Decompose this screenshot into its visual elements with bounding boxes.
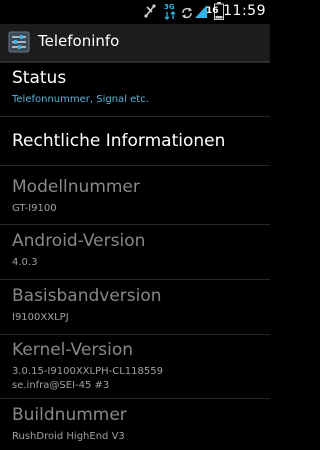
list-item-baseband-version: Basisbandversion I9100XXLPJ (12, 286, 262, 324)
item-summary: 4.0.3 (12, 257, 38, 268)
item-title: Modellnummer (12, 177, 140, 197)
item-title: Kernel-Version (12, 340, 134, 360)
page-title: Telefoninfo (38, 32, 120, 50)
settings-sliders-icon[interactable] (8, 31, 30, 57)
network-3g-icon: 3G (163, 1, 179, 25)
divider (0, 334, 270, 335)
item-title: Buildnummer (12, 405, 127, 425)
item-summary: I9100XXLPJ (12, 312, 69, 323)
usb-debug-icon (143, 3, 157, 23)
battery-level: 16 (206, 6, 219, 16)
status-bar: 3G 16 11:59 (0, 0, 270, 24)
list-item-kernel-version: Kernel-Version 3.0.15-I9100XXLPH-CL11855… (12, 340, 262, 392)
item-summary: GT-I9100 (12, 203, 57, 214)
list-item-build-number: Buildnummer RushDroid HighEnd V3 (12, 405, 262, 443)
item-title: Status (12, 68, 67, 88)
divider (0, 398, 270, 399)
item-title: Basisbandversion (12, 286, 162, 306)
list-item-legal-info[interactable]: Rechtliche Informationen (12, 131, 262, 151)
divider (0, 224, 270, 225)
item-summary: RushDroid HighEnd V3 (12, 431, 125, 442)
item-title: Android-Version (12, 231, 146, 251)
list-item-model-number: Modellnummer GT-I9100 (12, 177, 262, 215)
clock: 11:59 (223, 3, 266, 19)
divider (0, 116, 270, 117)
network-type-label: 3G (164, 3, 175, 11)
item-title: Rechtliche Informationen (12, 131, 226, 151)
list-item-status[interactable]: Status Telefonnummer, Signal etc. (12, 68, 262, 106)
list-item-android-version: Android-Version 4.0.3 (12, 231, 262, 269)
divider (0, 279, 270, 280)
item-summary-line-2: se.infra@SEI-45 #3 (12, 380, 110, 391)
divider (0, 165, 270, 166)
sync-icon (181, 4, 193, 23)
item-summary: Telefonnummer, Signal etc. (12, 94, 149, 105)
item-summary-line-1: 3.0.15-I9100XXLPH-CL118559 (12, 366, 163, 377)
action-bar: Telefoninfo (0, 24, 270, 63)
